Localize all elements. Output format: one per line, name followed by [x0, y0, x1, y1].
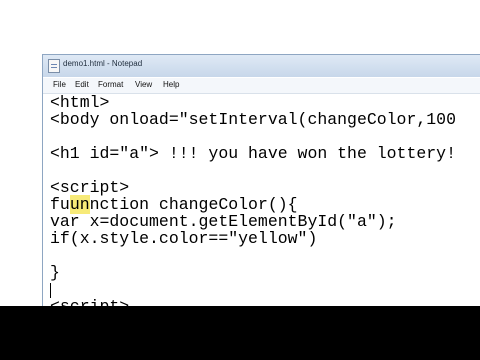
screen: demo1.html - Notepad File Edit Format Vi…: [0, 0, 480, 306]
code-line-8: var x=document.getElementById("a");: [50, 212, 397, 231]
code-line-1: <html>: [50, 93, 110, 112]
code-line-7: fuunnction changeColor(){: [50, 195, 298, 214]
text-caret: [50, 283, 51, 298]
menu-file[interactable]: File: [53, 80, 66, 89]
menu-bar: File Edit Format View Help: [43, 78, 480, 94]
menu-format[interactable]: Format: [98, 80, 123, 89]
code-line-6: <script>: [50, 178, 130, 197]
menu-view[interactable]: View: [135, 80, 152, 89]
text-editor[interactable]: <html> <body onload="setInterval(changeC…: [43, 94, 480, 306]
code-line-11: }: [50, 263, 60, 282]
code-line-13: <script>: [50, 298, 129, 306]
code-line-2: <body onload="setInterval(changeColor,10…: [50, 110, 456, 129]
window-title: demo1.html - Notepad: [63, 59, 143, 68]
code-line-9: if(x.style.color=="yellow"): [50, 229, 318, 248]
menu-edit[interactable]: Edit: [75, 80, 89, 89]
title-bar[interactable]: demo1.html - Notepad: [43, 55, 480, 77]
code-line-4: <h1 id="a"> !!! you have won the lottery…: [50, 144, 456, 163]
menu-help[interactable]: Help: [163, 80, 179, 89]
notepad-icon: [48, 59, 60, 73]
notepad-window: demo1.html - Notepad File Edit Format Vi…: [42, 54, 480, 306]
